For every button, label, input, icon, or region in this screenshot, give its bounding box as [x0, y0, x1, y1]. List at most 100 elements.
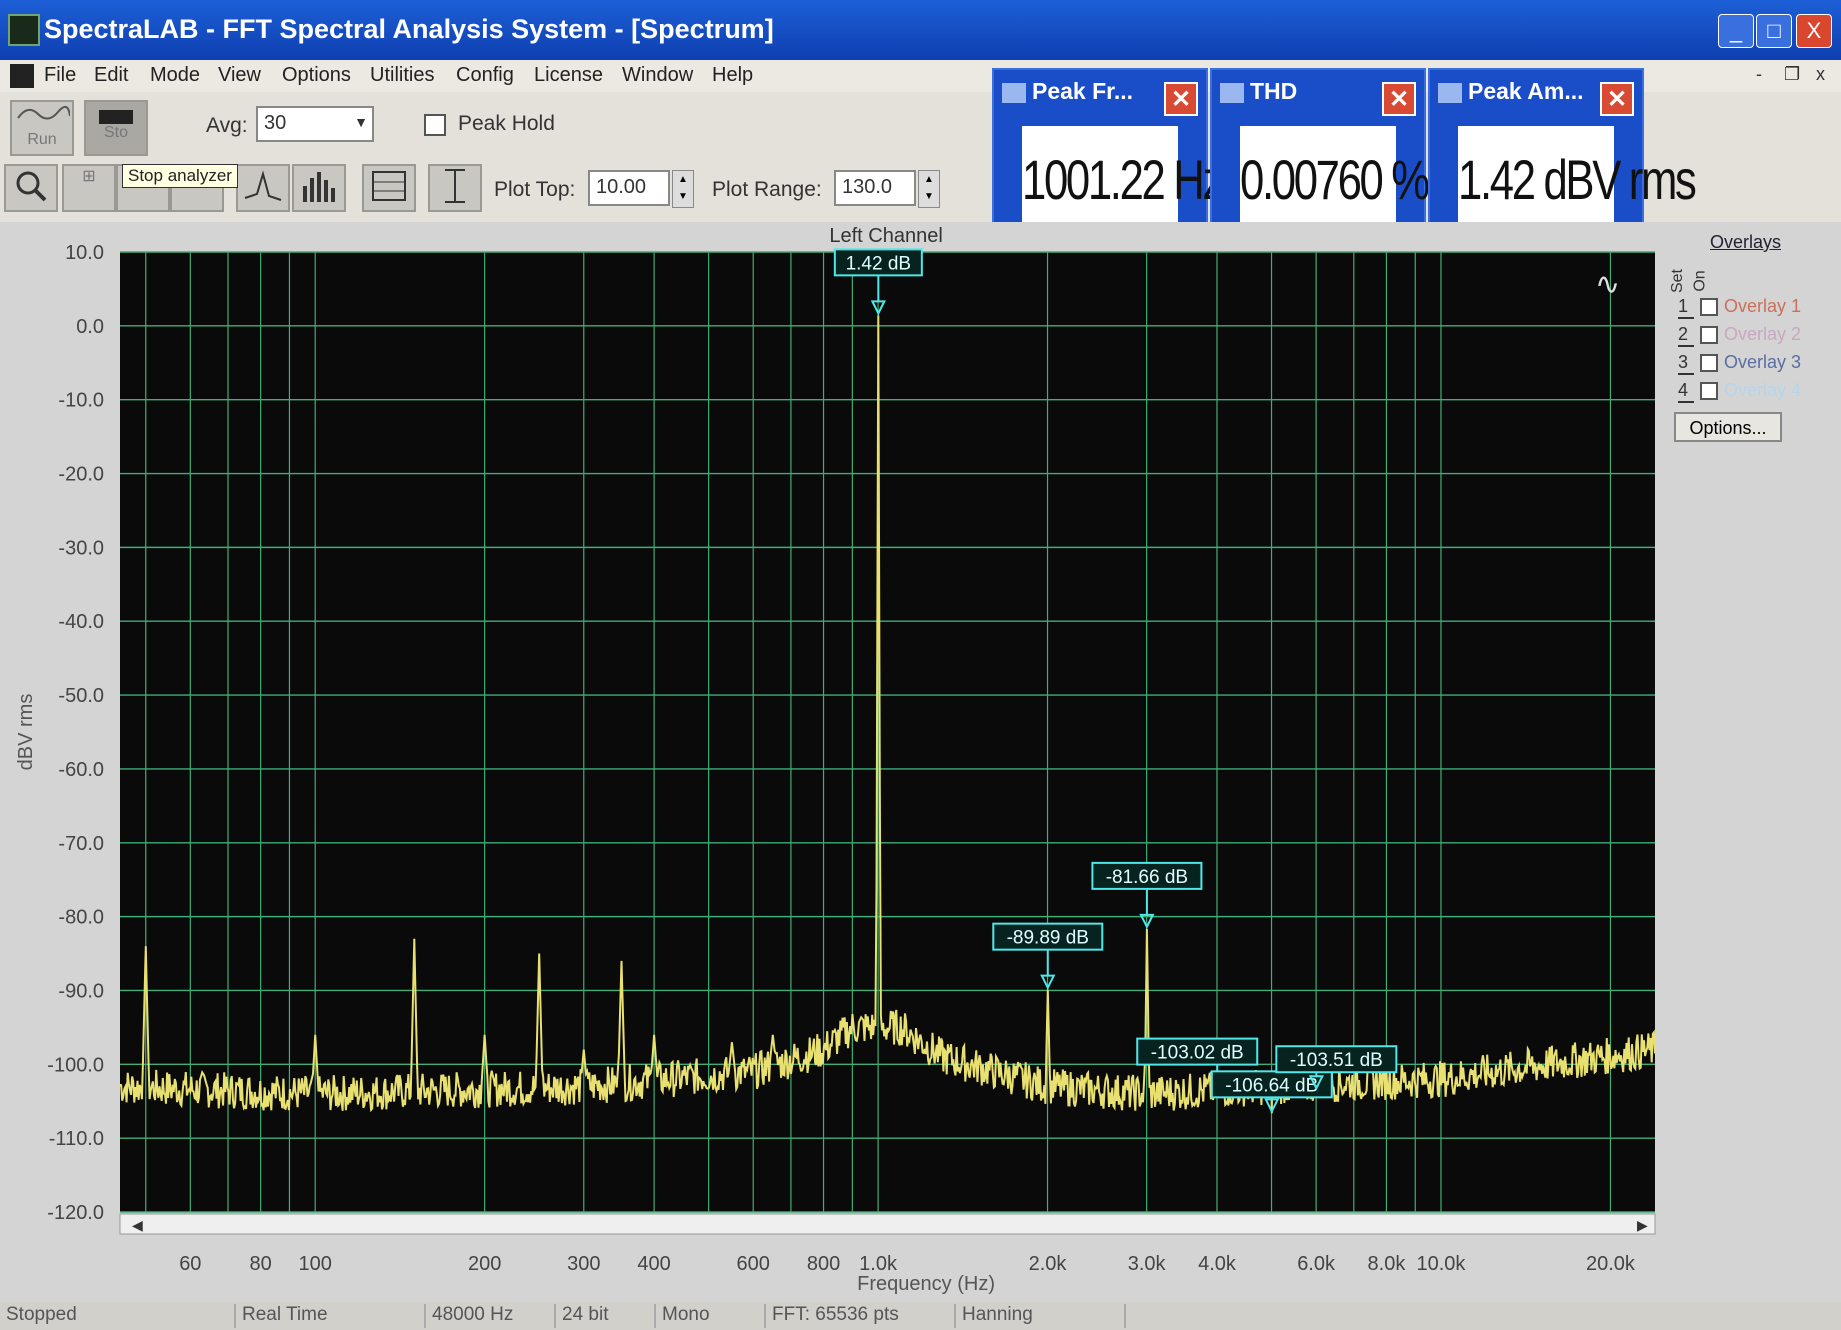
- spectrum-plot-area: 10.0 0.0 -10.0 -20.0 -30.0 -40.0 -50.0 -60.0 -70…: [0, 222, 1841, 1308]
- document-icon[interactable]: [10, 64, 34, 88]
- stop-icon: [99, 110, 133, 124]
- x-tick-label: 10.0k: [1417, 1253, 1467, 1275]
- close-icon[interactable]: ✕: [1382, 82, 1416, 116]
- overlay-options-button[interactable]: Options...: [1674, 412, 1782, 442]
- y-axis-label: dBV rms: [15, 694, 37, 771]
- x-tick-label: 80: [250, 1253, 272, 1275]
- close-icon[interactable]: ✕: [1600, 82, 1634, 116]
- menu-view[interactable]: View: [218, 64, 261, 87]
- y-tick-label: -30.0: [58, 537, 104, 559]
- mdi-close-button[interactable]: x: [1816, 64, 1825, 85]
- menu-file[interactable]: File: [44, 64, 76, 87]
- x-axis-label: Frequency (Hz): [857, 1273, 995, 1295]
- plot-top-input[interactable]: 10.00: [588, 170, 670, 206]
- minimize-button[interactable]: _: [1718, 14, 1754, 48]
- menu-license[interactable]: License: [534, 64, 603, 87]
- status-bit-depth: 24 bit: [556, 1304, 656, 1328]
- run-button[interactable]: Run: [10, 100, 74, 156]
- plot-top-value: 10.00: [596, 176, 647, 198]
- menu-options[interactable]: Options: [282, 64, 351, 87]
- zoom-2x-button[interactable]: ⊞: [62, 164, 116, 212]
- x-tick-label: 100: [299, 1253, 332, 1275]
- status-window: Hanning: [956, 1304, 1126, 1328]
- readout-peak-amplitude[interactable]: Peak Am... ✕ 1.42 dBV rms: [1428, 68, 1697, 240]
- chevron-down-icon[interactable]: ▼: [354, 114, 368, 130]
- peak-hold-checkbox[interactable]: [424, 114, 446, 136]
- plot-range-input[interactable]: 130.0: [834, 170, 916, 206]
- peak-hold-label: Peak Hold: [458, 112, 555, 135]
- overlay-set-number[interactable]: 1: [1678, 296, 1694, 319]
- avg-select[interactable]: 30 ▼: [256, 106, 374, 142]
- status-sample-rate: 48000 Hz: [426, 1304, 556, 1328]
- overlay-checkbox[interactable]: [1700, 354, 1718, 373]
- zoom-2x-icon: ⊞: [82, 168, 96, 185]
- x-tick-label: 600: [737, 1253, 770, 1275]
- x-tick-label: 1.0k: [859, 1253, 898, 1275]
- overlays-on-header: On: [1691, 270, 1709, 292]
- overlay-checkbox[interactable]: [1700, 382, 1718, 401]
- overlay-set-number[interactable]: 2: [1678, 324, 1694, 347]
- overlay-row: 2 Overlay 2: [1678, 324, 1801, 350]
- menu-help[interactable]: Help: [712, 64, 753, 87]
- menu-edit[interactable]: Edit: [94, 64, 128, 87]
- y-tick-label: -90.0: [58, 980, 104, 1002]
- overlay-set-number[interactable]: 4: [1678, 380, 1694, 403]
- marker-label: -106.64 dB: [1225, 1075, 1318, 1096]
- readout-thd[interactable]: THD ✕ 0.00760 %: [1210, 68, 1430, 240]
- scroll-right-icon: ▶: [1637, 1217, 1648, 1233]
- overlay-row: 4 Overlay 4: [1678, 380, 1801, 406]
- mdi-restore-button[interactable]: ❐: [1784, 64, 1800, 85]
- zoom-button[interactable]: [4, 164, 58, 212]
- x-tick-label: 6.0k: [1297, 1253, 1336, 1275]
- x-tick-label: 800: [807, 1253, 840, 1275]
- window-title: SpectraLAB - FFT Spectral Analysis Syste…: [44, 14, 774, 44]
- marker-label: -81.66 dB: [1106, 867, 1188, 888]
- meter-icon: [1002, 82, 1026, 103]
- menu-window[interactable]: Window: [622, 64, 693, 87]
- scroll-left-icon: ◀: [132, 1217, 143, 1233]
- status-channels: Mono: [656, 1304, 766, 1328]
- x-tick-label: 2.0k: [1029, 1253, 1068, 1275]
- status-mode: Real Time: [236, 1304, 426, 1328]
- overlays-title[interactable]: Overlays: [1710, 232, 1781, 253]
- bar-plot-button[interactable]: [292, 164, 346, 212]
- close-window-button[interactable]: X: [1796, 14, 1832, 48]
- menu-utilities[interactable]: Utilities: [370, 64, 434, 87]
- readout-title: Peak Am...: [1468, 78, 1584, 104]
- plot-top-spinner[interactable]: ▲ ▼: [672, 170, 694, 208]
- table-button[interactable]: [362, 164, 416, 212]
- title-bar: SpectraLAB - FFT Spectral Analysis Syste…: [0, 0, 1841, 60]
- meter-icon: [1438, 82, 1462, 103]
- x-tick-label: 3.0k: [1128, 1253, 1167, 1275]
- y-tick-label: -20.0: [58, 464, 104, 486]
- y-tick-label: -100.0: [47, 1054, 104, 1076]
- overlay-checkbox[interactable]: [1700, 326, 1718, 345]
- overlay-set-number[interactable]: 3: [1678, 352, 1694, 375]
- y-tick-label: -80.0: [58, 907, 104, 929]
- readout-peak-frequency[interactable]: Peak Fr... ✕ 1001.22 Hz: [992, 68, 1224, 240]
- menu-config[interactable]: Config: [456, 64, 514, 87]
- zoom-icon: [16, 171, 47, 202]
- plot-range-label: Plot Range:: [712, 178, 822, 201]
- x-tick-label: 60: [179, 1253, 201, 1275]
- status-fft-size: FFT: 65536 pts: [766, 1304, 956, 1328]
- signal-type-icon: ∿: [1595, 268, 1620, 301]
- stop-button[interactable]: Sto: [84, 100, 148, 156]
- line-plot-button[interactable]: [236, 164, 290, 212]
- cursor-button[interactable]: [428, 164, 482, 212]
- mdi-minimize-button[interactable]: -: [1756, 64, 1762, 85]
- close-icon[interactable]: ✕: [1164, 82, 1198, 116]
- spectrum-chart[interactable]: 10.0 0.0 -10.0 -20.0 -30.0 -40.0 -50.0 -60.0 -70…: [0, 222, 1660, 1308]
- overlay-row: 1 Overlay 1: [1678, 296, 1801, 322]
- overlay-checkbox[interactable]: [1700, 298, 1718, 317]
- y-tick-label: 10.0: [65, 242, 104, 264]
- menu-mode[interactable]: Mode: [150, 64, 200, 87]
- x-tick-label: 8.0k: [1368, 1253, 1407, 1275]
- readout-title: Peak Fr...: [1032, 78, 1134, 104]
- plot-range-spinner[interactable]: ▲ ▼: [918, 170, 940, 208]
- tooltip: Stop analyzer: [122, 164, 238, 188]
- overlay-label: Overlay 4: [1724, 380, 1802, 400]
- overlays-panel: Overlays Set On 1 Overlay 1 2 Overlay 2 3 O…: [1660, 232, 1830, 452]
- maximize-button[interactable]: □: [1756, 14, 1792, 48]
- avg-value: 30: [264, 112, 287, 134]
